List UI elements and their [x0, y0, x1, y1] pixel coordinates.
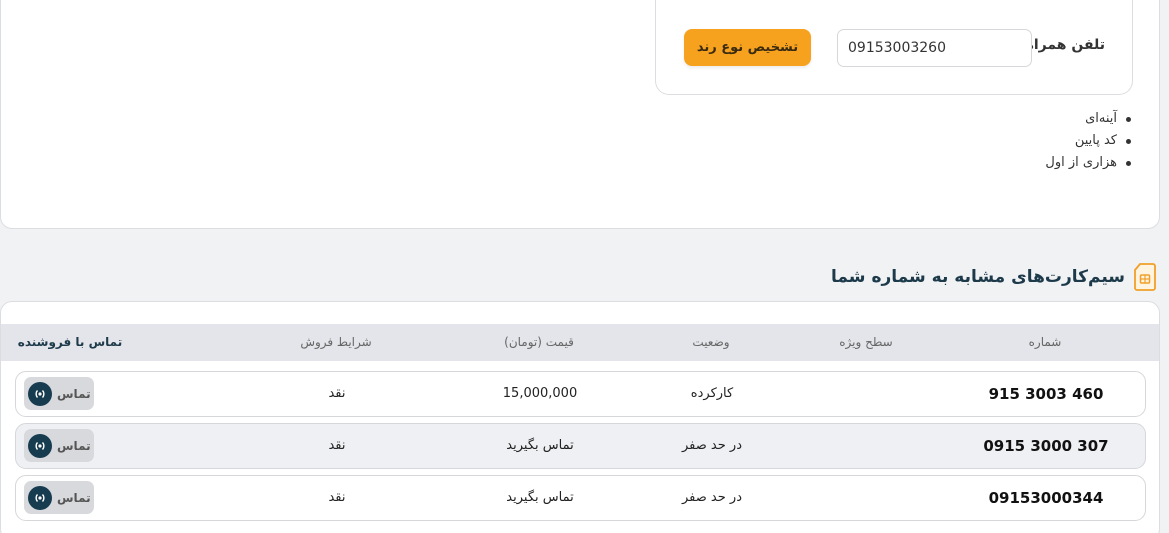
rond-type-list: آینه‌ای کد پایین هزاری از اول: [1045, 108, 1135, 174]
row-terms: نقد: [328, 438, 346, 453]
similar-sims-table: شماره سطح ویژه وضعیت قیمت (تومان) شرایط …: [0, 301, 1160, 533]
header-number: شماره: [1028, 335, 1062, 349]
phone-call-icon: [28, 433, 52, 458]
header-contact: تماس با فروشنده: [17, 335, 123, 349]
row-level: [802, 476, 932, 520]
table-header: شماره سطح ویژه وضعیت قیمت (تومان) شرایط …: [1, 324, 1159, 361]
header-status: وضعیت: [692, 335, 730, 349]
sim-card-icon: [1134, 263, 1156, 291]
row-terms: نقد: [328, 490, 346, 505]
rond-type-item: آینه‌ای: [1045, 108, 1135, 130]
phone-call-icon: [28, 381, 52, 406]
rond-type-item: هزاری از اول: [1045, 152, 1135, 174]
row-number: 915 3003 460: [988, 385, 1104, 403]
contact-button-label: تماس: [57, 386, 91, 401]
rond-type-item: کد پایین: [1045, 130, 1135, 152]
row-number: 0915 3000 307: [983, 437, 1109, 455]
table-row: 915 3003 460 کارکرده 15,000,000 نقد تماس: [15, 371, 1146, 417]
header-level: سطح ویژه: [839, 335, 893, 349]
phone-call-icon: [28, 485, 52, 510]
row-status: کارکرده: [690, 386, 734, 401]
contact-seller-button[interactable]: تماس: [24, 429, 94, 462]
table-row: 0915 3000 307 در حد صفر تماس بگیرید نقد …: [15, 423, 1146, 469]
table-row: 09153000344 در حد صفر تماس بگیرید نقد تم…: [15, 475, 1146, 521]
row-price: تماس بگیرید: [506, 490, 574, 505]
row-terms: نقد: [328, 386, 346, 401]
contact-button-label: تماس: [57, 438, 91, 453]
section-title: سیم‌کارت‌های مشابه به شماره شما: [831, 267, 1125, 287]
row-level: [802, 372, 932, 416]
contact-seller-button[interactable]: تماس: [24, 377, 94, 410]
phone-search-card: تلفن همراه تشخیص نوع رند: [655, 0, 1133, 95]
header-terms: شرایط فروش: [300, 335, 372, 349]
detect-rond-type-button[interactable]: تشخیص نوع رند: [684, 29, 811, 66]
phone-input[interactable]: [837, 29, 1032, 67]
phone-label: تلفن همراه: [1025, 37, 1105, 53]
contact-button-label: تماس: [57, 490, 91, 505]
row-status: در حد صفر: [682, 438, 742, 453]
contact-seller-button[interactable]: تماس: [24, 481, 94, 514]
row-level: [802, 424, 932, 468]
section-header: سیم‌کارت‌های مشابه به شماره شما: [831, 260, 1157, 294]
row-number: 09153000344: [988, 489, 1104, 507]
row-price: تماس بگیرید: [506, 438, 574, 453]
row-price: 15,000,000: [502, 386, 578, 401]
search-panel: تلفن همراه تشخیص نوع رند آینه‌ای کد پایی…: [0, 0, 1160, 229]
row-status: در حد صفر: [682, 490, 742, 505]
header-price: قیمت (تومان): [504, 335, 574, 349]
